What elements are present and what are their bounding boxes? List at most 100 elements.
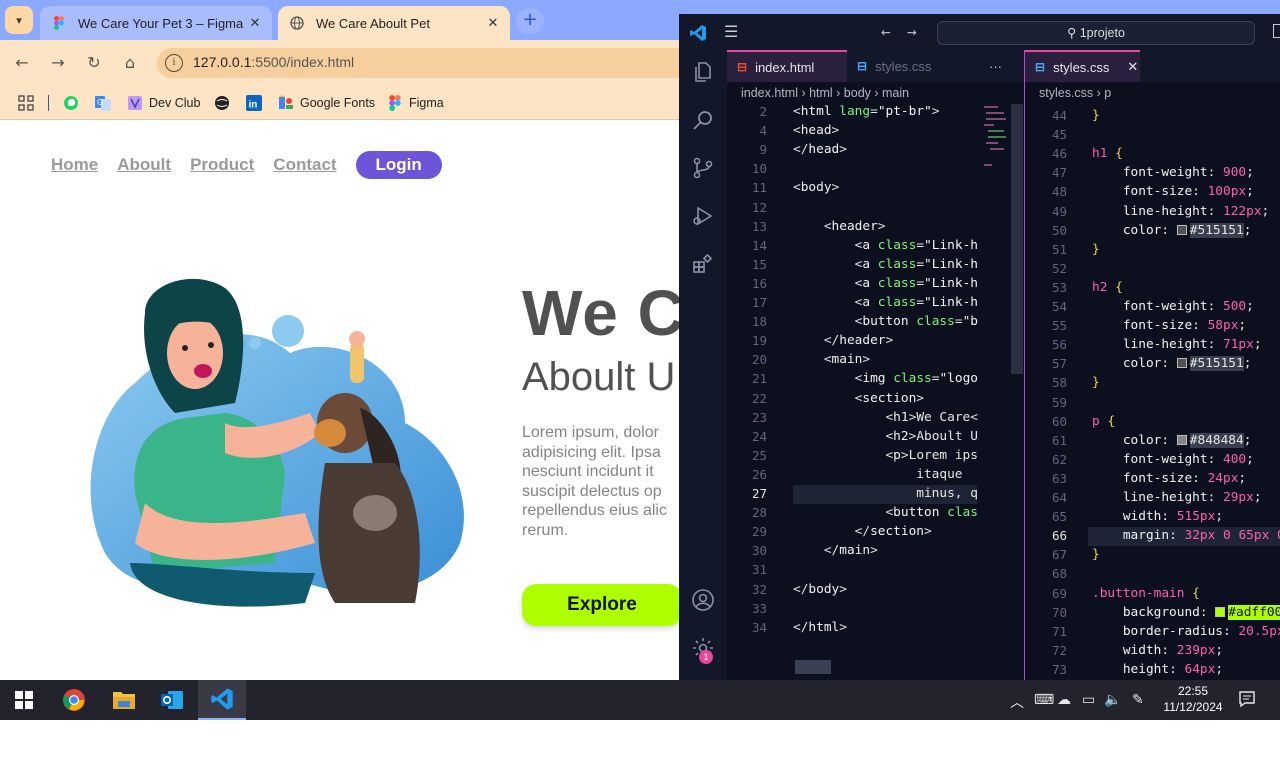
extensions-icon[interactable] (690, 252, 716, 278)
line-number: 65 (1051, 509, 1067, 525)
pen-icon[interactable]: ✎ (1132, 692, 1144, 708)
figma-icon (389, 95, 401, 111)
outlook-icon[interactable] (148, 680, 196, 720)
nav-product[interactable]: Product (190, 155, 254, 175)
vscode-titlebar: ☰ ← → ⚲ 1projeto (679, 14, 1280, 50)
code-line: <a class="Link-h (854, 275, 978, 291)
volume-icon[interactable]: 🔈 (1104, 692, 1121, 708)
back-arrow-icon[interactable]: ← (881, 22, 891, 41)
tab-figma[interactable]: We Care Your Pet 3 – Figma ✕ (40, 6, 272, 40)
windows-logo-icon (15, 691, 33, 709)
line-number: 34 (751, 619, 767, 635)
forward-arrow-icon[interactable]: → (47, 52, 69, 74)
home-icon[interactable]: ⌂ (119, 52, 141, 74)
tab-search-button[interactable]: ▾ (5, 6, 33, 34)
bookmark-dev-club[interactable]: Dev Club (127, 92, 200, 114)
code-line: <img class="logo (854, 371, 978, 387)
system-clock[interactable]: 22:55 11/12/2024 (1162, 683, 1224, 715)
nav-contact[interactable]: Contact (273, 155, 336, 175)
run-debug-icon[interactable] (690, 204, 716, 230)
code-line: color: #515151; (1122, 356, 1252, 372)
tab-styles-css[interactable]: ⊟ styles.css (847, 50, 977, 82)
line-number: 28 (751, 505, 767, 521)
code-line: </header> (823, 333, 894, 349)
line-number: 2 (759, 104, 767, 119)
tab-styles-css[interactable]: ⊟ styles.css ✕ (1025, 50, 1140, 82)
onedrive-cloud-icon[interactable]: ☁ (1057, 692, 1071, 708)
chevron-up-icon[interactable]: ︿ (1010, 692, 1024, 712)
site-info-icon[interactable]: i (165, 54, 183, 72)
apps-grid-icon[interactable] (18, 92, 34, 114)
line-number: 19 (751, 333, 767, 349)
line-number: 49 (1051, 203, 1067, 219)
menu-hamburger-icon[interactable]: ☰ (724, 22, 738, 41)
figma-icon (54, 16, 64, 30)
line-number: 64 (1051, 490, 1067, 505)
forward-arrow-icon[interactable]: → (907, 22, 917, 41)
code-area[interactable]: 44} 45 46 h1 {47 font-weight: 900; 48 font-s… (1025, 104, 1280, 680)
explore-button[interactable]: Explore (522, 584, 682, 626)
bookmark-label: Figma (409, 96, 444, 110)
code-line: width: 515px; (1122, 509, 1224, 525)
nav-aboult[interactable]: Aboult (117, 155, 171, 175)
line-number: 63 (1051, 470, 1067, 486)
source-control-icon[interactable] (690, 156, 716, 182)
tab-we-care[interactable]: We Care Aboult Pet ✕ (278, 6, 510, 40)
code-line: font-size: 58px; (1122, 318, 1247, 334)
bookmark-google-fonts[interactable]: Google Fonts (278, 92, 375, 114)
layout-icon[interactable] (1273, 24, 1280, 38)
breadcrumb[interactable]: index.html › html › body › main (727, 82, 1024, 104)
clock-date: 11/12/2024 (1163, 700, 1223, 714)
line-number: 45 (1051, 127, 1067, 143)
scrollbar[interactable] (1011, 104, 1023, 374)
start-button[interactable] (0, 680, 48, 720)
reload-icon[interactable]: ↻ (83, 52, 105, 74)
line-number: 55 (1051, 318, 1067, 334)
command-center-search[interactable]: ⚲ 1projeto (937, 21, 1255, 45)
code-line: </body> (793, 581, 847, 597)
horizontal-scrollbar[interactable] (795, 660, 831, 674)
address-bar[interactable]: i 127.0.0.1:5500/index.html (157, 48, 697, 78)
new-tab-button[interactable]: + (516, 8, 544, 34)
code-line: <body> (793, 180, 840, 196)
code-line: h2 { (1092, 279, 1123, 295)
activity-bar: 1 (679, 50, 727, 680)
close-tab-icon[interactable]: ✕ (244, 15, 266, 31)
line-number: 59 (1051, 394, 1067, 410)
chrome-taskbar-icon[interactable] (50, 680, 98, 720)
line-number: 20 (751, 352, 767, 368)
line-number: 10 (751, 161, 767, 177)
breadcrumb[interactable]: styles.css › p (1025, 82, 1280, 104)
svg-text:G: G (97, 98, 103, 107)
bookmark-figma[interactable]: Figma (387, 92, 444, 114)
line-number: 70 (1051, 604, 1067, 620)
back-arrow-icon[interactable]: ← (11, 52, 33, 74)
code-line: <h1>We Care< (885, 409, 978, 425)
login-button[interactable]: Login (355, 151, 442, 179)
code-line: <a class="Link-h (854, 256, 978, 272)
vscode-taskbar-icon[interactable] (198, 680, 246, 720)
whatsapp-icon[interactable] (63, 92, 79, 114)
nav-home[interactable]: Home (51, 155, 98, 175)
close-tab-icon[interactable]: ✕ (482, 15, 504, 31)
notifications-icon[interactable] (1238, 690, 1256, 712)
file-explorer-icon[interactable] (100, 680, 148, 720)
explorer-icon[interactable] (690, 60, 716, 86)
line-number: 33 (751, 600, 767, 616)
code-line: p { (1092, 413, 1116, 429)
accounts-icon[interactable] (690, 588, 716, 614)
network-icon[interactable]: ▭ (1082, 692, 1095, 708)
linkedin-icon[interactable]: in (246, 92, 262, 114)
teams-icon[interactable]: ⌨ (1034, 692, 1054, 708)
editor-tabs: ⊟ index.html ⊟ styles.css ··· (727, 50, 1024, 82)
translate-icon[interactable]: G (95, 92, 111, 114)
code-line: border-radius: 20.5px (1122, 623, 1280, 639)
close-tab-icon[interactable]: ✕ (1127, 59, 1138, 75)
search-icon[interactable] (690, 108, 716, 134)
code-area[interactable]: 2 <html lang="pt-br"> 4 <head> 9 </head> 10 11 <… (727, 104, 1024, 680)
line-number: 22 (751, 390, 767, 406)
more-actions-icon[interactable]: ··· (989, 50, 1019, 82)
minimap[interactable] (982, 104, 1010, 174)
tab-index-html[interactable]: ⊟ index.html (727, 50, 847, 82)
globe-bookmark-icon[interactable] (214, 92, 230, 114)
